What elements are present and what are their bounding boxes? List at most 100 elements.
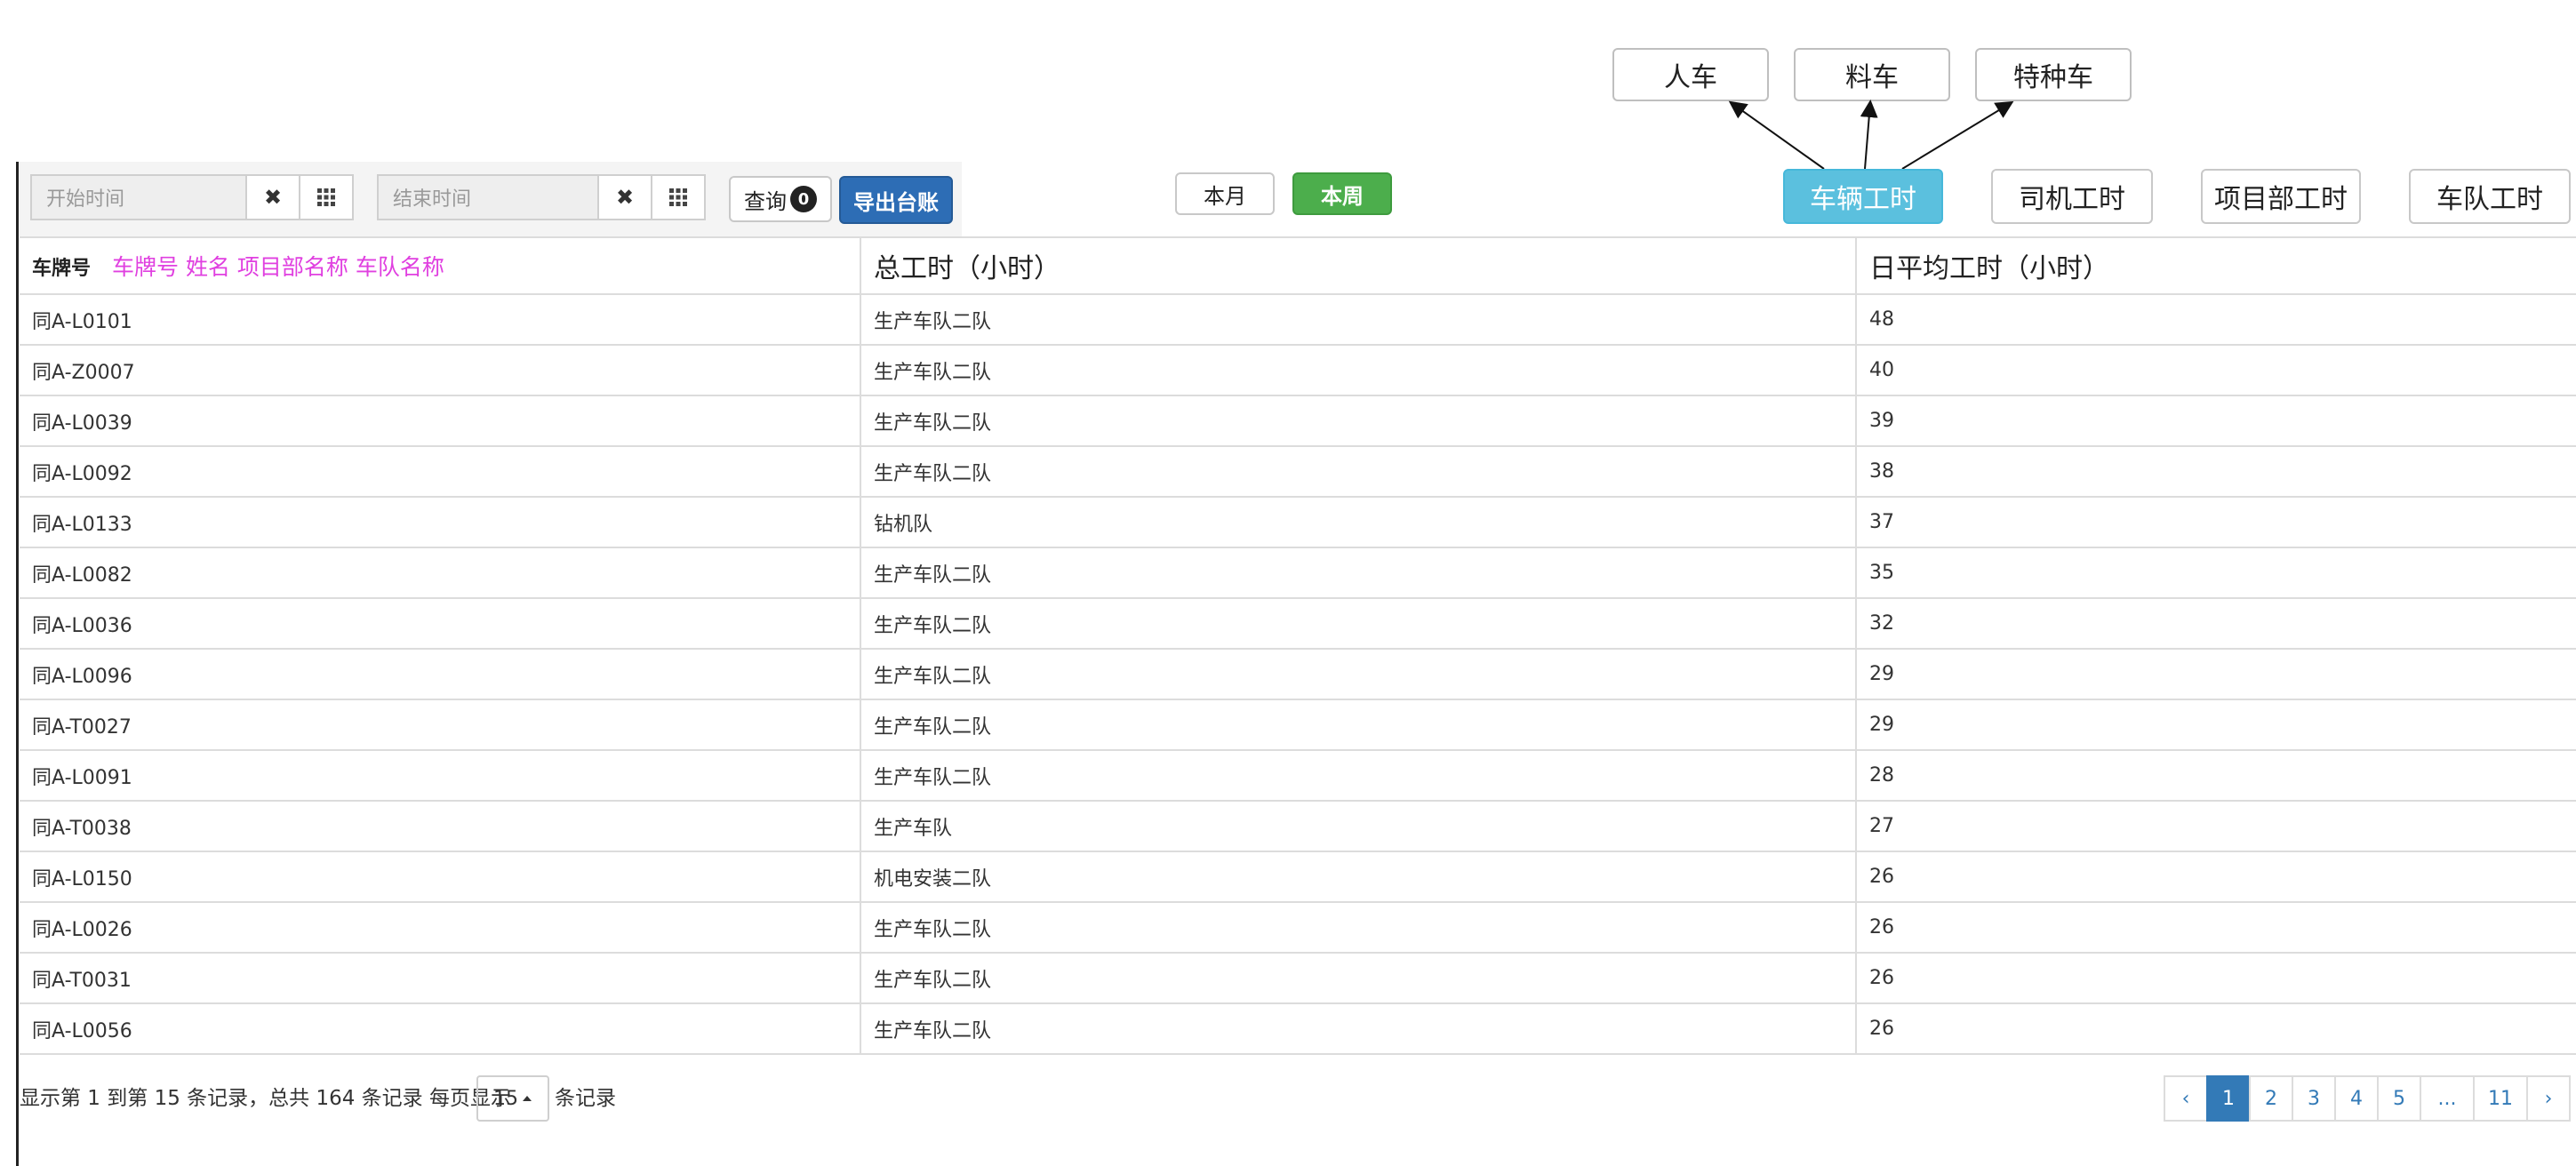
table-row: 同A-L0150 机电安装二队 26: [20, 851, 2576, 903]
table-row: 同A-T0031 生产车队二队 26: [20, 953, 2576, 1004]
close-icon: ✖: [263, 185, 283, 210]
page-button-11[interactable]: 11: [2473, 1075, 2528, 1122]
table-row: 同A-L0082 生产车队二队 35: [20, 547, 2576, 599]
annotation-label: 料车: [1845, 62, 1899, 93]
cell-plate: 同A-L0150: [20, 851, 860, 903]
close-icon: ✖: [615, 185, 635, 210]
export-label: 导出台账: [853, 189, 939, 215]
cell-team: 生产车队二队: [860, 294, 1856, 346]
page-button-4[interactable]: 4: [2334, 1075, 2379, 1122]
this-month-label: 本月: [1204, 183, 1246, 209]
cell-team: 生产车队二队: [860, 446, 1856, 498]
prev-page-button[interactable]: ‹: [2164, 1075, 2208, 1122]
cell-team: 生产车队二队: [860, 1003, 1856, 1055]
export-ledger-button[interactable]: 导出台账: [839, 176, 953, 224]
column-header-plate[interactable]: 车牌号 车牌号 姓名 项目部名称 车队名称: [20, 236, 860, 295]
cell-plate: 同A-L0082: [20, 547, 860, 599]
arrow-to-people-vehicle: [1728, 100, 1825, 170]
annotation-arrows: [1728, 100, 2014, 170]
cell-team: 生产车队二队: [860, 699, 1856, 751]
start-date-placeholder: 开始时间: [46, 188, 125, 211]
next-page-button[interactable]: ›: [2526, 1075, 2571, 1122]
annotation-label: 特种车: [2013, 62, 2093, 93]
column-header-daily-avg-hours-label: 日平均工时（小时）: [1869, 253, 2109, 284]
tab-team-hours[interactable]: 车队工时: [2409, 169, 2571, 224]
table-row: 同A-L0056 生产车队二队 26: [20, 1003, 2576, 1055]
end-date-calendar-button[interactable]: [651, 174, 706, 220]
annotation-label: 人车: [1664, 62, 1717, 93]
this-week-button[interactable]: 本周: [1292, 172, 1392, 215]
end-date-clear-button[interactable]: ✖: [597, 174, 652, 220]
cell-plate: 同A-T0027: [20, 699, 860, 751]
tab-driver-hours-label: 司机工时: [2019, 184, 2125, 215]
left-border-line: [16, 162, 19, 1166]
cell-hours: 29: [1855, 649, 2576, 700]
column-header-daily-avg-hours[interactable]: 日平均工时（小时）: [1855, 236, 2576, 295]
cell-team: 生产车队二队: [860, 345, 1856, 396]
cell-hours: 37: [1855, 497, 2576, 548]
start-date-input[interactable]: 开始时间: [30, 174, 247, 220]
arrow-to-special-vehicle: [1901, 100, 2014, 170]
tab-vehicle-hours[interactable]: 车辆工时: [1783, 169, 1943, 224]
annotation-box-people-vehicle: 人车: [1612, 48, 1769, 101]
column-header-total-hours-label: 总工时（小时）: [874, 253, 1060, 284]
start-date-clear-button[interactable]: ✖: [245, 174, 300, 220]
table-row: 同A-L0096 生产车队二队 29: [20, 649, 2576, 700]
cell-hours: 27: [1855, 801, 2576, 852]
table-row: 同A-Z0007 生产车队二队 40: [20, 345, 2576, 396]
cell-plate: 同A-L0039: [20, 395, 860, 447]
pagination-suffix: 条记录: [555, 1087, 616, 1110]
hours-table: 车牌号 车牌号 姓名 项目部名称 车队名称 总工时（小时） 日平均工时（小时） 同…: [20, 236, 2576, 1055]
start-date-calendar-button[interactable]: [299, 174, 354, 220]
cell-hours: 26: [1855, 1003, 2576, 1055]
column-header-total-hours[interactable]: 总工时（小时）: [860, 236, 1856, 295]
tab-project-hours[interactable]: 项目部工时: [2201, 169, 2361, 224]
cell-team: 生产车队二队: [860, 547, 1856, 599]
annotation-box-material-vehicle: 料车: [1794, 48, 1950, 101]
cell-team: 生产车队二队: [860, 598, 1856, 650]
cell-hours: 28: [1855, 750, 2576, 802]
tab-vehicle-hours-label: 车辆工时: [1810, 184, 1916, 215]
page-size-value: 15: [493, 1087, 518, 1110]
query-button[interactable]: 查询 0: [729, 176, 832, 222]
end-date-placeholder: 结束时间: [393, 188, 472, 211]
caret-up-icon: [523, 1096, 532, 1101]
page-ellipsis: ...: [2420, 1075, 2475, 1122]
cell-team: 生产车队二队: [860, 750, 1856, 802]
cell-plate: 同A-L0056: [20, 1003, 860, 1055]
cell-hours: 40: [1855, 345, 2576, 396]
this-week-label: 本周: [1321, 183, 1364, 209]
cell-hours: 29: [1855, 699, 2576, 751]
end-date-input[interactable]: 结束时间: [377, 174, 599, 220]
page-button-1[interactable]: 1: [2206, 1075, 2251, 1122]
table-row: 同A-L0026 生产车队二队 26: [20, 902, 2576, 954]
grid-icon: [317, 188, 335, 206]
query-label: 查询: [744, 188, 787, 214]
search-hint: 车牌号 姓名 项目部名称 车队名称: [112, 254, 444, 280]
table-header-row: 车牌号 车牌号 姓名 项目部名称 车队名称 总工时（小时） 日平均工时（小时）: [20, 236, 2576, 295]
cell-hours: 39: [1855, 395, 2576, 447]
page-size-dropdown[interactable]: 15: [476, 1075, 549, 1122]
cell-plate: 同A-Z0007: [20, 345, 860, 396]
cell-team: 生产车队: [860, 801, 1856, 852]
cell-team: 生产车队二队: [860, 649, 1856, 700]
table-row: 同A-T0038 生产车队 27: [20, 801, 2576, 852]
cell-team: 生产车队二队: [860, 953, 1856, 1004]
cell-plate: 同A-L0096: [20, 649, 860, 700]
this-month-button[interactable]: 本月: [1175, 172, 1275, 215]
grid-icon: [669, 188, 687, 206]
cell-hours: 35: [1855, 547, 2576, 599]
page-button-2[interactable]: 2: [2249, 1075, 2293, 1122]
table-row: 同A-T0027 生产车队二队 29: [20, 699, 2576, 751]
cell-plate: 同A-L0091: [20, 750, 860, 802]
page-button-5[interactable]: 5: [2377, 1075, 2421, 1122]
cell-hours: 48: [1855, 294, 2576, 346]
arrow-to-material-vehicle: [1860, 100, 1878, 170]
tab-driver-hours[interactable]: 司机工时: [1991, 169, 2153, 224]
column-header-plate-label: 车牌号: [32, 258, 92, 280]
query-count-badge: 0: [790, 186, 817, 212]
cell-hours: 38: [1855, 446, 2576, 498]
page-button-3[interactable]: 3: [2292, 1075, 2336, 1122]
cell-hours: 32: [1855, 598, 2576, 650]
cell-team: 生产车队二队: [860, 395, 1856, 447]
